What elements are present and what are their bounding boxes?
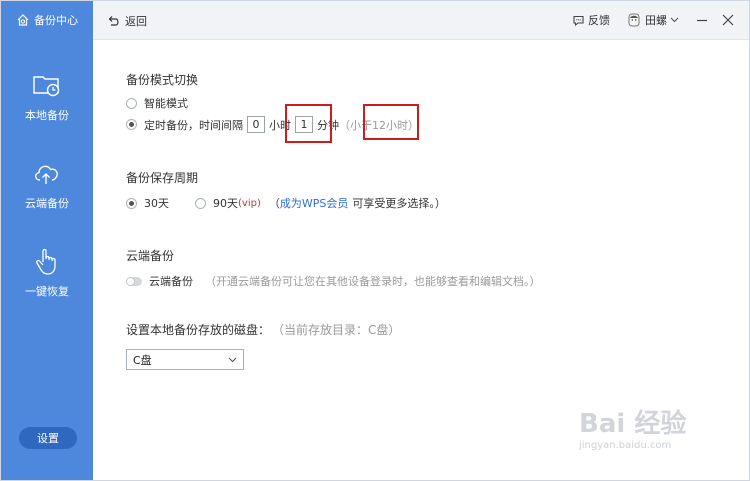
retention-30-radio[interactable]: [126, 197, 137, 209]
become-wps-member-link[interactable]: 成为WPS会员: [280, 195, 349, 211]
retention-title: 备份保存周期: [126, 171, 199, 185]
chevron-down-icon: [228, 357, 237, 362]
sidebar-item-one-click-restore[interactable]: 一键恢复: [1, 237, 93, 307]
back-button[interactable]: 返回: [107, 11, 147, 31]
disk-select-value: C盘: [133, 353, 152, 367]
cloud-upload-icon: [35, 165, 58, 184]
feedback-button[interactable]: 反馈: [572, 12, 610, 28]
vip-tag: (vip): [238, 197, 261, 209]
minimize-button[interactable]: [693, 11, 711, 29]
header-bar: 返回 反馈 田螺: [93, 1, 749, 40]
sidebar-item-cloud-backup[interactable]: 云端备份: [1, 149, 93, 219]
sidebar-item-label: 一键恢复: [25, 285, 69, 298]
close-icon: [722, 14, 734, 26]
retention-90-label: 90天: [213, 197, 238, 210]
close-button[interactable]: [719, 11, 737, 29]
watermark-url: jingyan.baidu.com: [579, 440, 672, 451]
back-label: 返回: [125, 15, 147, 28]
disk-current: （当前存放目录：C盘）: [272, 323, 401, 337]
smart-mode-radio[interactable]: [126, 97, 137, 109]
hours-input[interactable]: 0: [247, 116, 265, 133]
highlight-box-hint: [363, 104, 419, 140]
smart-mode-label: 智能模式: [144, 97, 188, 110]
backup-mode-title: 备份模式切换: [126, 73, 199, 87]
cloud-backup-toggle-label: 云端备份: [149, 275, 193, 288]
highlight-box-minutes: [285, 104, 332, 143]
watermark-logo: Bai 经验: [579, 409, 687, 439]
retention-90-radio[interactable]: [195, 197, 206, 209]
hand-pointer-icon: [36, 248, 56, 275]
feedback-label: 反馈: [588, 14, 610, 27]
user-menu[interactable]: 田螺: [626, 12, 679, 28]
home-icon: [17, 14, 29, 26]
user-name: 田螺: [645, 14, 667, 27]
cloud-backup-toggle[interactable]: [126, 276, 142, 286]
retention-30-label: 30天: [144, 197, 169, 210]
disk-select[interactable]: C盘: [126, 349, 244, 370]
paren-open: （: [268, 197, 280, 210]
back-arrow-icon: [108, 16, 119, 26]
sidebar: 备份中心 本地备份 云端备份 一键恢复 设置: [1, 1, 93, 480]
cloud-backup-row: 云端备份 （开通云端备份可让您在其他设备登录时，也能够查看和编辑文档。）: [126, 273, 541, 289]
sidebar-item-label: 本地备份: [25, 109, 69, 122]
disk-title-row: 设置本地备份存放的磁盘： （当前存放目录：C盘）: [126, 321, 400, 338]
sidebar-item-local-backup[interactable]: 本地备份: [1, 61, 93, 131]
cloud-backup-description: （开通云端备份可让您在其他设备登录时，也能够查看和编辑文档。）: [205, 275, 541, 288]
sidebar-brand: 备份中心: [1, 1, 93, 39]
disk-title: 设置本地备份存放的磁盘：: [126, 323, 271, 337]
avatar-icon: [628, 13, 640, 27]
minimize-icon: [697, 19, 707, 22]
timed-backup-radio[interactable]: [126, 119, 137, 130]
sidebar-item-label: 云端备份: [25, 197, 69, 210]
retention-options: 30天 90天 (vip) （ 成为WPS会员 可享受更多选择。）: [126, 195, 446, 211]
timed-backup-label: 定时备份，时间间隔: [144, 118, 243, 132]
baidu-jingyan-watermark: Bai 经验 jingyan.baidu.com: [579, 403, 719, 467]
folder-clock-icon: [33, 76, 60, 97]
cloud-backup-title: 云端备份: [126, 249, 175, 263]
settings-button[interactable]: 设置: [19, 427, 77, 449]
retention-suffix: 可享受更多选择。）: [352, 197, 446, 210]
smart-mode-option[interactable]: 智能模式: [126, 95, 188, 111]
sidebar-brand-label: 备份中心: [34, 14, 78, 27]
feedback-icon: [573, 15, 584, 26]
backup-center-window: 备份中心 本地备份 云端备份 一键恢复 设置 返回 反馈 田螺 备份模式切换 智…: [0, 0, 750, 481]
header-actions: 反馈 田螺: [572, 10, 737, 30]
chevron-down-icon: [670, 17, 679, 23]
